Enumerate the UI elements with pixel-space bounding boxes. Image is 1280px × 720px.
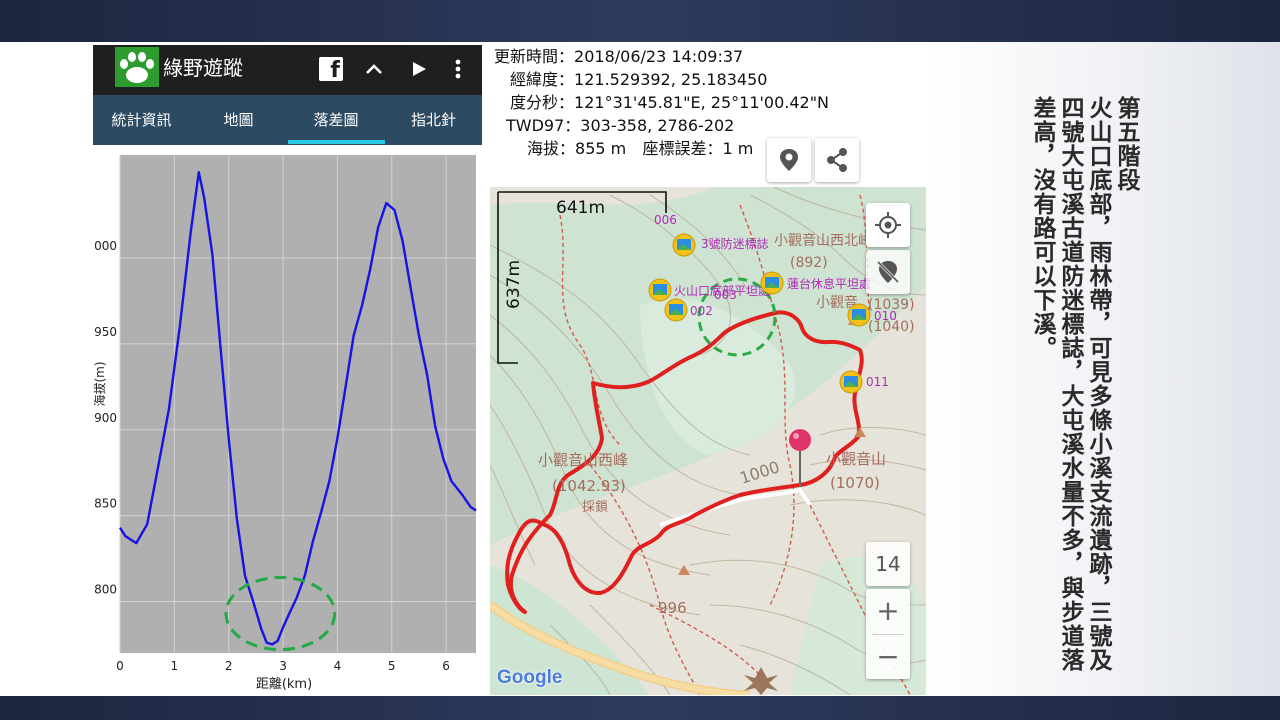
peak-west-label: 小觀音山西峰 [538, 451, 628, 469]
x-tick-label: 0 [116, 659, 124, 673]
tab-statistics[interactable]: 統計資訊 [93, 95, 190, 145]
x-axis-label: 距離(km) [256, 677, 312, 692]
peak-north-height-alt: (1040) [868, 319, 915, 335]
twd97-row: TWD97：303-358, 2786-202 [506, 116, 735, 135]
location-off-button[interactable] [866, 250, 910, 294]
peak-west-height: (1042.93) [552, 477, 626, 495]
place-marker-icon [780, 149, 798, 171]
elevation-screenshot: 綠野遊蹤 f 統計資訊 地圖 落差圖 指北針 0 1 2 3 4 5 6 800 850 900 9… [93, 45, 482, 695]
zoom-level: 14 [866, 542, 910, 586]
waypoint-011-label: 011 [866, 375, 889, 389]
trail-sign-label: 採鎖 [582, 499, 608, 515]
x-tick-label: 2 [225, 659, 233, 673]
zoom-controls: + − [866, 589, 910, 679]
waypoint-003-label: 003 [714, 288, 737, 302]
more-vert-icon[interactable] [443, 53, 473, 85]
slide-line-2: 四號大屯溪古道防迷標誌，大屯溪水量不多，與步道落 [1057, 96, 1084, 672]
crosshair-icon [875, 212, 901, 238]
height-996-label: 996 [658, 599, 687, 617]
x-tick-label: 6 [442, 659, 450, 673]
slide-line-1: 火山口底部，雨林帶，可見多條小溪支流遺跡，三號及 [1085, 96, 1112, 672]
tab-elevation[interactable]: 落差圖 [287, 95, 385, 145]
dms-row: 度分秒：121°31'45.81"E, 25°11'00.42"N [510, 93, 830, 112]
x-tick-label: 4 [334, 659, 342, 673]
location-info-panel: 更新時間：2018/06/23 14:09:37 經緯度：121.529392,… [490, 45, 926, 187]
slide-line-3: 差高，沒有路可以下溪。 [1029, 96, 1056, 360]
slide-top-band [0, 0, 1280, 42]
map-screenshot: 641m 637m 006 3號防迷標誌 小觀音山西北峰 (892) 蓮台休息平… [490, 45, 926, 695]
waypoint-006-label: 006 [654, 213, 677, 227]
app-title: 綠野遊蹤 [163, 56, 243, 80]
peak-south-height: (1070) [830, 474, 880, 492]
facebook-icon[interactable]: f [319, 57, 343, 83]
slide-heading: 第五階段 [1113, 96, 1140, 192]
share-icon [827, 148, 847, 172]
y-tick-label: 900 [94, 411, 117, 425]
location-pin-icon[interactable] [789, 429, 811, 451]
zoom-level-value: 14 [875, 552, 901, 576]
peak-north-height: (1039) [868, 297, 915, 313]
active-tab-indicator [288, 140, 385, 144]
tab-map[interactable]: 地圖 [190, 95, 287, 145]
update-time-row: 更新時間：2018/06/23 14:09:37 [494, 47, 744, 66]
my-location-button[interactable] [866, 203, 910, 247]
place-marker-button[interactable] [767, 138, 811, 182]
google-logo: Google [497, 667, 563, 688]
scale-vertical: 637m [504, 260, 524, 309]
paw-logo-icon [115, 47, 159, 87]
peak-northwest-height: (892) [790, 255, 828, 271]
waypoint-lotus-label: 蓮台休息平坦處 [787, 276, 871, 291]
peak-south-label: 小觀音山 [826, 450, 886, 468]
scale-horizontal: 641m [556, 198, 605, 218]
elevation-chart: 0 1 2 3 4 5 6 800 850 900 950 1,000 距離(km) 海拔(m) [93, 155, 477, 692]
altitude-row: 海拔：855 m 座標誤差：1 m [527, 139, 754, 158]
y-tick-label: 850 [94, 497, 117, 511]
waypoint-002-label: 002 [690, 304, 713, 318]
peak-northwest-label: 小觀音山西北峰 [774, 232, 872, 249]
y-tick-label: 950 [94, 325, 117, 339]
chevron-up-icon[interactable] [359, 53, 389, 85]
play-icon[interactable] [404, 53, 434, 85]
tab-compass[interactable]: 指北針 [385, 95, 482, 145]
x-tick-label: 3 [279, 659, 287, 673]
x-tick-label: 1 [171, 659, 179, 673]
waypoint-3-label: 3號防迷標誌 [701, 236, 769, 251]
y-axis-label: 海拔(m) [93, 361, 107, 406]
tab-bar: 統計資訊 地圖 落差圖 指北針 [93, 95, 482, 145]
zoom-in-button[interactable]: + [866, 589, 910, 633]
zoom-out-button[interactable]: − [866, 635, 910, 679]
y-tick-label: 800 [94, 582, 117, 596]
y-tick-label: 1,000 [93, 239, 117, 253]
share-button[interactable] [815, 138, 859, 182]
slide-bottom-band [0, 696, 1280, 720]
location-off-icon [876, 260, 900, 284]
x-tick-label: 5 [388, 659, 396, 673]
app-bar: 綠野遊蹤 f [93, 45, 482, 95]
latlon-row: 經緯度：121.529392, 25.183450 [510, 70, 768, 89]
